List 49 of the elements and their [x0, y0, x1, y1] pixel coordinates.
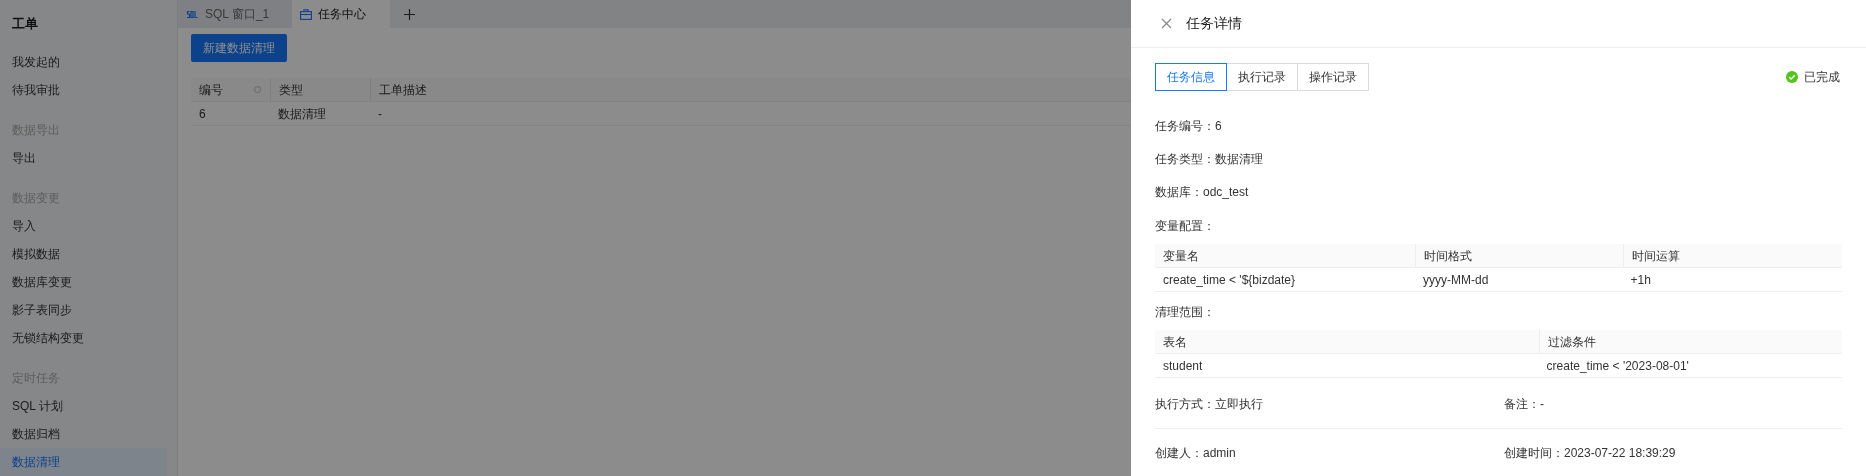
- sidebar-item[interactable]: 数据归档: [0, 420, 167, 448]
- sidebar-item[interactable]: 数据清理: [0, 448, 167, 476]
- section-label: 清理范围：: [1155, 304, 1216, 321]
- detail-field: 任务编号：6: [1155, 109, 1842, 142]
- sidebar-item[interactable]: 无锁结构变更: [0, 324, 167, 352]
- column-header: 时间格式: [1414, 244, 1623, 267]
- status-text: 已完成: [1804, 68, 1840, 86]
- sidebar-item[interactable]: 模拟数据: [0, 240, 167, 268]
- sidebar-item[interactable]: 导出: [0, 144, 167, 172]
- tab[interactable]: 任务中心: [292, 0, 390, 28]
- column-header[interactable]: 工单描述: [370, 78, 1070, 101]
- sidebar-item[interactable]: 影子表同步: [0, 296, 167, 324]
- sidebar-item[interactable]: 导入: [0, 212, 167, 240]
- column-header[interactable]: 类型: [270, 78, 370, 101]
- column-header: 表名: [1162, 333, 1188, 351]
- sidebar-item[interactable]: 我发起的: [0, 48, 167, 76]
- segment-tab[interactable]: 操作记录: [1297, 62, 1369, 91]
- detail-field: 数据库：odc_test: [1155, 175, 1842, 208]
- table-cell-text: student: [1162, 357, 1204, 375]
- table-cell-text: -: [377, 105, 383, 123]
- section-label: 变量配置：: [1155, 218, 1216, 235]
- sidebar-item[interactable]: SQL 计划: [0, 392, 167, 420]
- table-cell-text: yyyy-MM-dd: [1421, 271, 1490, 289]
- plus-icon[interactable]: [404, 8, 415, 20]
- sidebar-title: 工单: [11, 15, 39, 32]
- detail-field: 执行方式：立即执行: [1155, 395, 1504, 413]
- detail-field: 创建时间：2023-07-22 18:39:29: [1504, 443, 1842, 462]
- drawer-title: 任务详情: [1186, 14, 1242, 33]
- segment-tab[interactable]: 执行记录: [1226, 62, 1298, 91]
- close-icon[interactable]: [1161, 18, 1172, 29]
- table-cell-text: 数据清理: [277, 105, 327, 123]
- table-cell-text: +1h: [1629, 271, 1652, 289]
- column-header[interactable]: 编号: [191, 78, 270, 101]
- check-circle-icon: [1786, 70, 1798, 83]
- sidebar-item[interactable]: 数据库变更: [0, 268, 167, 296]
- detail-field: 任务类型：数据清理: [1155, 142, 1842, 175]
- column-header: 过滤条件: [1538, 330, 1842, 353]
- column-header: 时间运算: [1622, 244, 1842, 267]
- column-header: 变量名: [1162, 247, 1200, 265]
- detail-field: 创建人：admin: [1155, 443, 1504, 462]
- table-cell-text: create_time < '2023-08-01': [1545, 357, 1690, 375]
- table-cell-text: 6: [198, 105, 207, 123]
- detail-field: 备注：-: [1504, 395, 1842, 413]
- sidebar-item[interactable]: 待我审批: [0, 76, 167, 104]
- segment-tab[interactable]: 任务信息: [1155, 62, 1227, 91]
- table-cell-text: create_time < '${bizdate}: [1162, 271, 1297, 289]
- new-button[interactable]: 新建数据清理: [191, 34, 287, 62]
- briefcase-icon: [300, 8, 312, 20]
- sql-icon: [186, 9, 199, 19]
